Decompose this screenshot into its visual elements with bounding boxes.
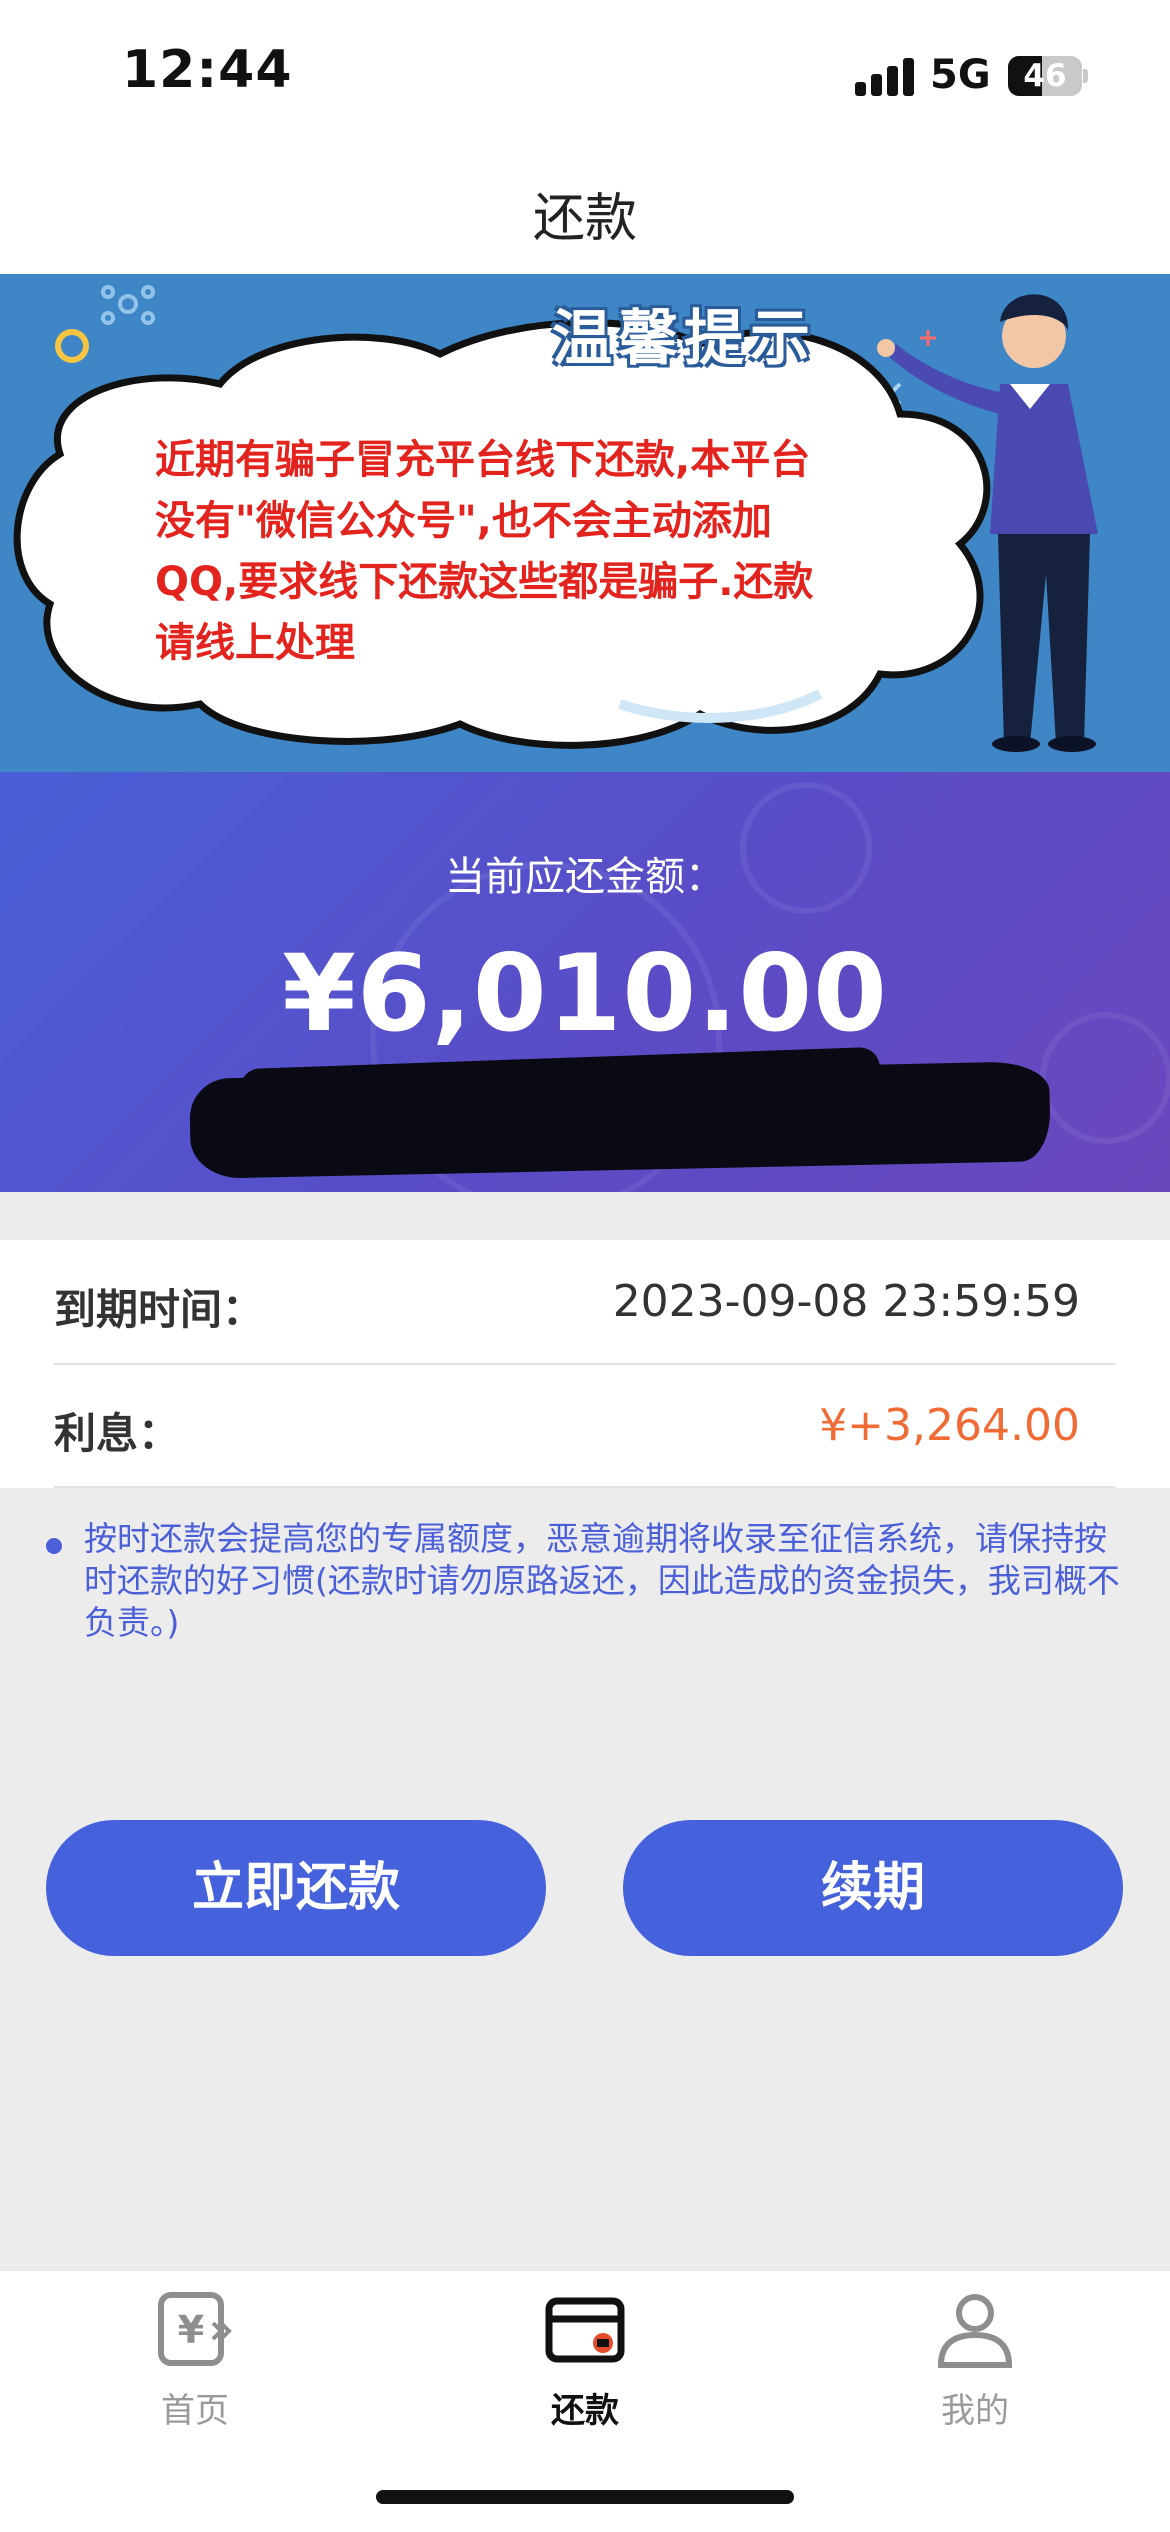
tab-home-label: 首页	[161, 2391, 229, 2431]
svg-text:¥: ¥	[178, 2308, 204, 2352]
divider	[54, 1486, 1116, 1488]
user-icon	[937, 2294, 1013, 2368]
status-time: 12:44	[122, 40, 293, 100]
tab-mine-label: 我的	[941, 2391, 1009, 2431]
signal-icon	[855, 58, 915, 96]
amount-card: 当前应还金额： ¥6,010.00	[0, 772, 1170, 1192]
banner-warning-text: 近期有骗子冒充平台线下还款,本平台没有"微信公众号",也不会主动添加QQ,要求线…	[155, 437, 814, 666]
status-bar: 12:44 5G 46	[0, 0, 1170, 140]
network-type: 5G	[930, 52, 991, 98]
battery-icon: 46	[1008, 56, 1088, 96]
page-title: 还款	[532, 189, 637, 249]
interest-value: ¥+3,264.00	[819, 1400, 1080, 1451]
tab-repayment[interactable]: 还款	[390, 2271, 780, 2451]
due-date-label: 到期时间：	[54, 1285, 265, 1334]
warning-banner: 温馨提示 近期有骗子冒充平台线下还款,本平台没有"微信公众号",也不会主动添加Q…	[0, 274, 1170, 772]
due-date-value: 2023-09-08 23:59:59	[612, 1276, 1080, 1327]
yuan-card-icon: ¥	[158, 2292, 232, 2366]
wallet-card-icon	[545, 2297, 625, 2363]
repay-now-button[interactable]: 立即还款	[46, 1820, 546, 1956]
amount-value: ¥6,010.00	[282, 932, 888, 1055]
notice-text: 按时还款会提高您的专属额度，恶意逾期将收录至征信系统，请保持按时还款的好习惯(还…	[84, 1519, 1120, 1642]
amount-label: 当前应还金额：	[445, 854, 725, 900]
banner-title: 温馨提示	[552, 304, 816, 374]
bullet-dot-icon	[46, 1538, 62, 1554]
loan-info-card: 到期时间： 2023-09-08 23:59:59 利息： ¥+3,264.00	[0, 1240, 1170, 1488]
nav-bar: 还款	[0, 140, 1170, 274]
interest-label: 利息：	[54, 1409, 181, 1458]
battery-level: 46	[1023, 58, 1067, 94]
tab-home[interactable]: ¥ 首页	[0, 2271, 390, 2451]
due-date-row: 到期时间： 2023-09-08 23:59:59	[54, 1240, 1116, 1364]
home-indicator	[376, 2490, 794, 2504]
renew-button[interactable]: 续期	[623, 1820, 1123, 1956]
interest-row: 利息： ¥+3,264.00	[54, 1364, 1116, 1488]
tab-mine[interactable]: 我的	[780, 2271, 1170, 2451]
repayment-page: 12:44 5G 46 还款 温馨提示 近期有骗子冒充平台线下还款,本平台没有"…	[0, 0, 1170, 2532]
tab-repayment-label: 还款	[551, 2391, 619, 2431]
redaction-mark	[189, 1061, 1051, 1179]
